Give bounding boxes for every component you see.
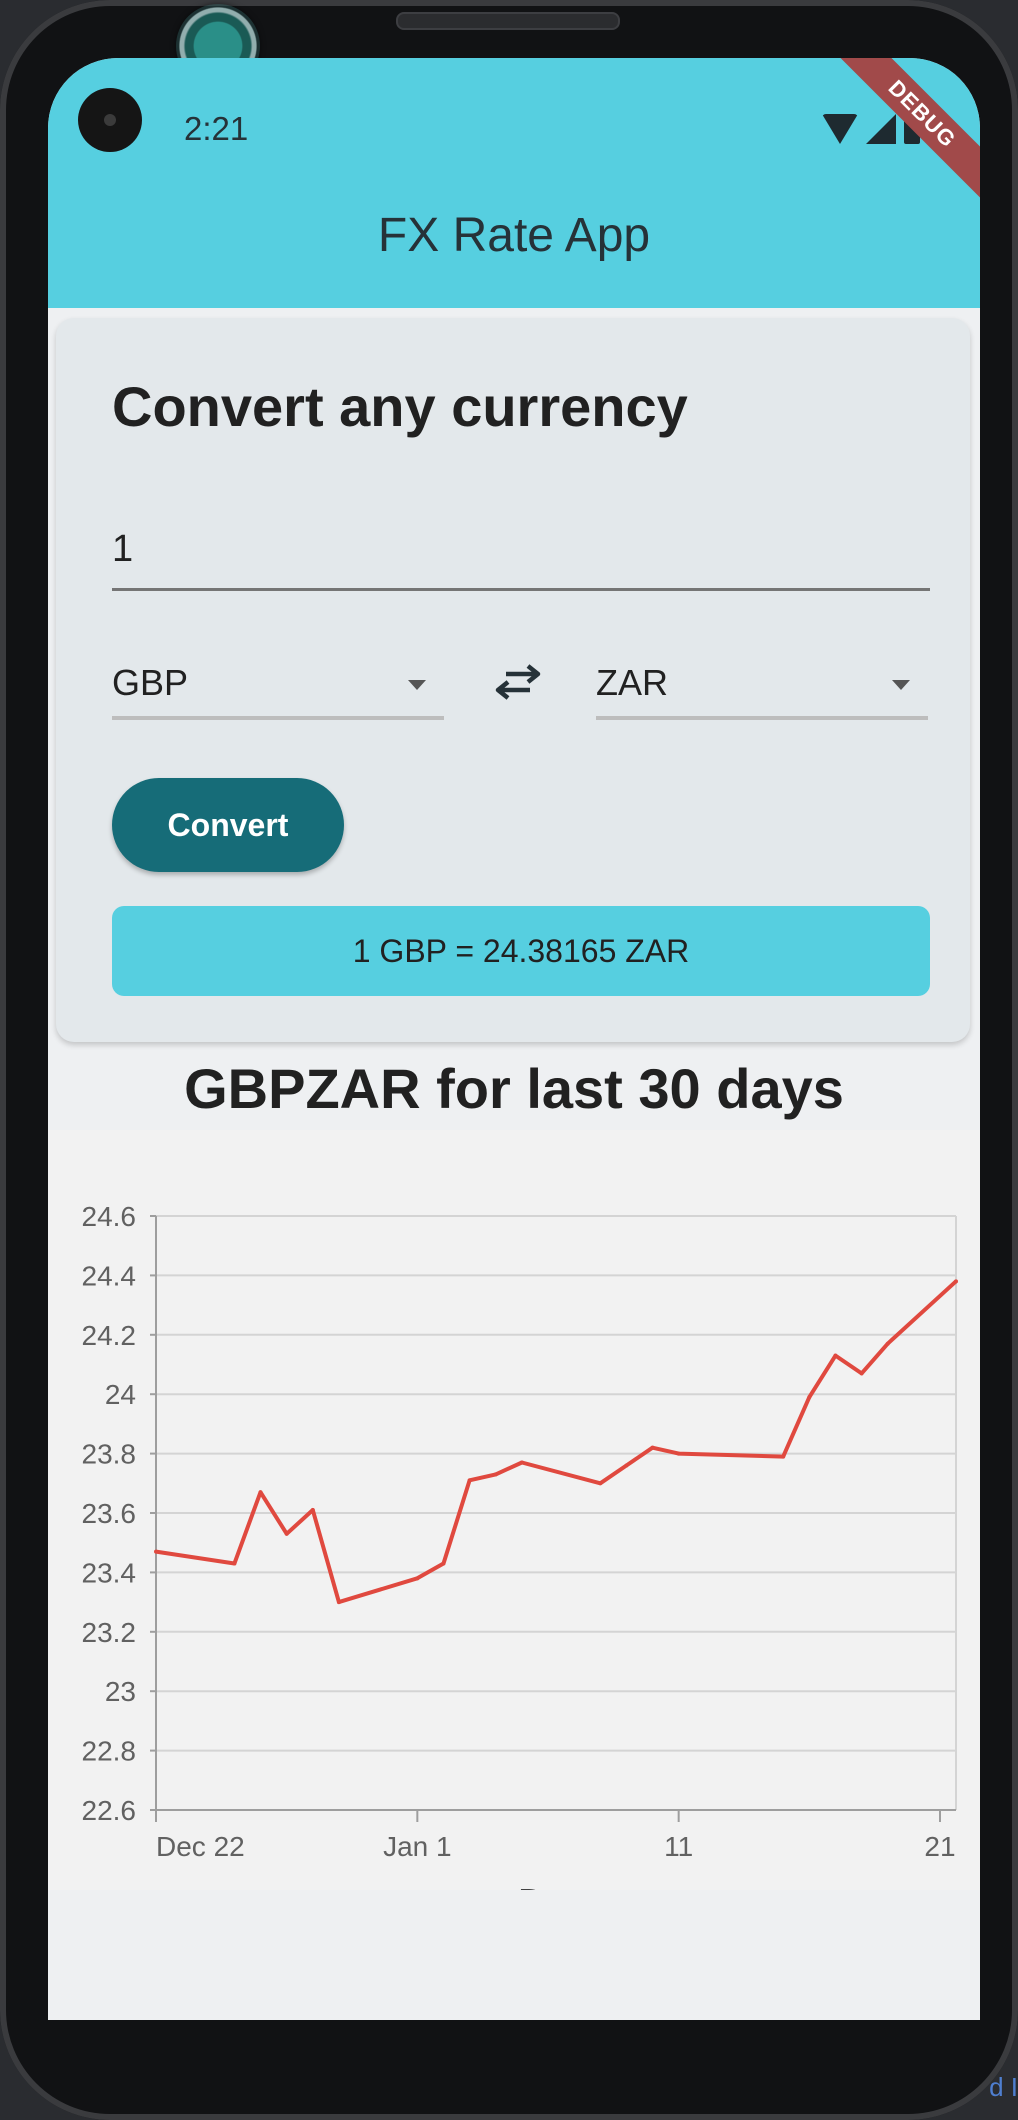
data-point <box>807 1395 812 1400</box>
from-currency-dropdown[interactable]: GBP <box>112 648 444 720</box>
swap-icon[interactable] <box>494 658 542 706</box>
chart-title: GBPZAR for last 30 days <box>184 1057 844 1120</box>
conversion-result: 1 GBP = 24.38165 ZAR <box>112 906 930 996</box>
data-point <box>467 1478 472 1483</box>
x-tick-label: Jan 1 <box>383 1831 452 1862</box>
chart-area: 24.6 24.4 24.2 24 23.8 23.6 23.4 23.2 23 22.8 22.6… <box>48 1130 980 1922</box>
data-point <box>650 1445 655 1450</box>
signal-icon <box>866 114 896 144</box>
data-point <box>598 1481 603 1486</box>
converter-heading: Convert any currency <box>112 375 688 438</box>
y-tick-label: 23.4 <box>82 1557 137 1588</box>
status-time: 2:21 <box>184 110 249 147</box>
data-point <box>284 1531 289 1536</box>
x-tick-label: 11 <box>664 1831 693 1862</box>
converter-card: Convert any currency 1 GBP ZAR Convert 1… <box>56 318 970 1042</box>
amount-input[interactable]: 1 <box>112 518 930 591</box>
device-screen: 2:21 DEBUG FX Rate App Convert any curre… <box>48 58 980 2020</box>
y-tick-label: 23.6 <box>82 1498 137 1529</box>
wifi-icon <box>822 114 858 144</box>
dropdown-arrow-icon <box>892 680 910 690</box>
y-tick-label: 23.8 <box>82 1439 137 1470</box>
data-point <box>859 1371 864 1376</box>
rate-history-chart: 24.6 24.4 24.2 24 23.8 23.6 23.4 23.2 23 22.8 22.6… <box>82 1201 958 1922</box>
data-point <box>415 1576 420 1581</box>
to-currency-dropdown[interactable]: ZAR <box>596 648 928 720</box>
dropdown-arrow-icon <box>408 680 426 690</box>
data-point <box>441 1561 446 1566</box>
to-currency-value: ZAR <box>596 662 668 703</box>
data-point <box>519 1460 524 1465</box>
data-point <box>336 1600 341 1605</box>
data-point <box>624 1463 629 1468</box>
data-point <box>493 1472 498 1477</box>
x-tick-label: Dec 22 <box>156 1831 245 1862</box>
convert-button[interactable]: Convert <box>112 778 344 872</box>
data-point <box>954 1279 958 1284</box>
app-title: FX Rate App <box>377 209 651 262</box>
speaker-grille <box>396 12 620 30</box>
data-point <box>781 1454 786 1459</box>
data-point <box>885 1341 890 1346</box>
y-tick-label: 24.6 <box>82 1201 137 1232</box>
app-bar: 2:21 DEBUG FX Rate App <box>48 58 980 308</box>
from-currency-value: GBP <box>112 662 189 703</box>
x-tick-label: 21 <box>924 1831 955 1862</box>
data-point <box>154 1549 158 1554</box>
y-tick-label: 22.6 <box>82 1795 137 1826</box>
amount-value: 1 <box>112 528 134 570</box>
y-tick-label: 24.2 <box>82 1320 137 1351</box>
data-point <box>310 1508 315 1513</box>
y-tick-label: 24 <box>105 1379 136 1410</box>
data-point <box>676 1451 681 1456</box>
y-tick-label: 23 <box>105 1676 136 1707</box>
x-axis-label: Date <box>518 1881 594 1890</box>
rate-series-line <box>155 1279 958 1605</box>
edge-text-fragment: d I <box>989 2072 1018 2102</box>
data-point <box>833 1353 838 1358</box>
phone-frame: 2:21 DEBUG FX Rate App Convert any curre… <box>0 0 1018 2120</box>
front-camera <box>78 88 142 152</box>
data-point <box>232 1561 237 1566</box>
data-point <box>258 1490 263 1495</box>
y-tick-label: 22.8 <box>82 1736 137 1767</box>
y-tick-label: 23.2 <box>82 1617 137 1648</box>
y-tick-label: 24.4 <box>82 1260 137 1291</box>
